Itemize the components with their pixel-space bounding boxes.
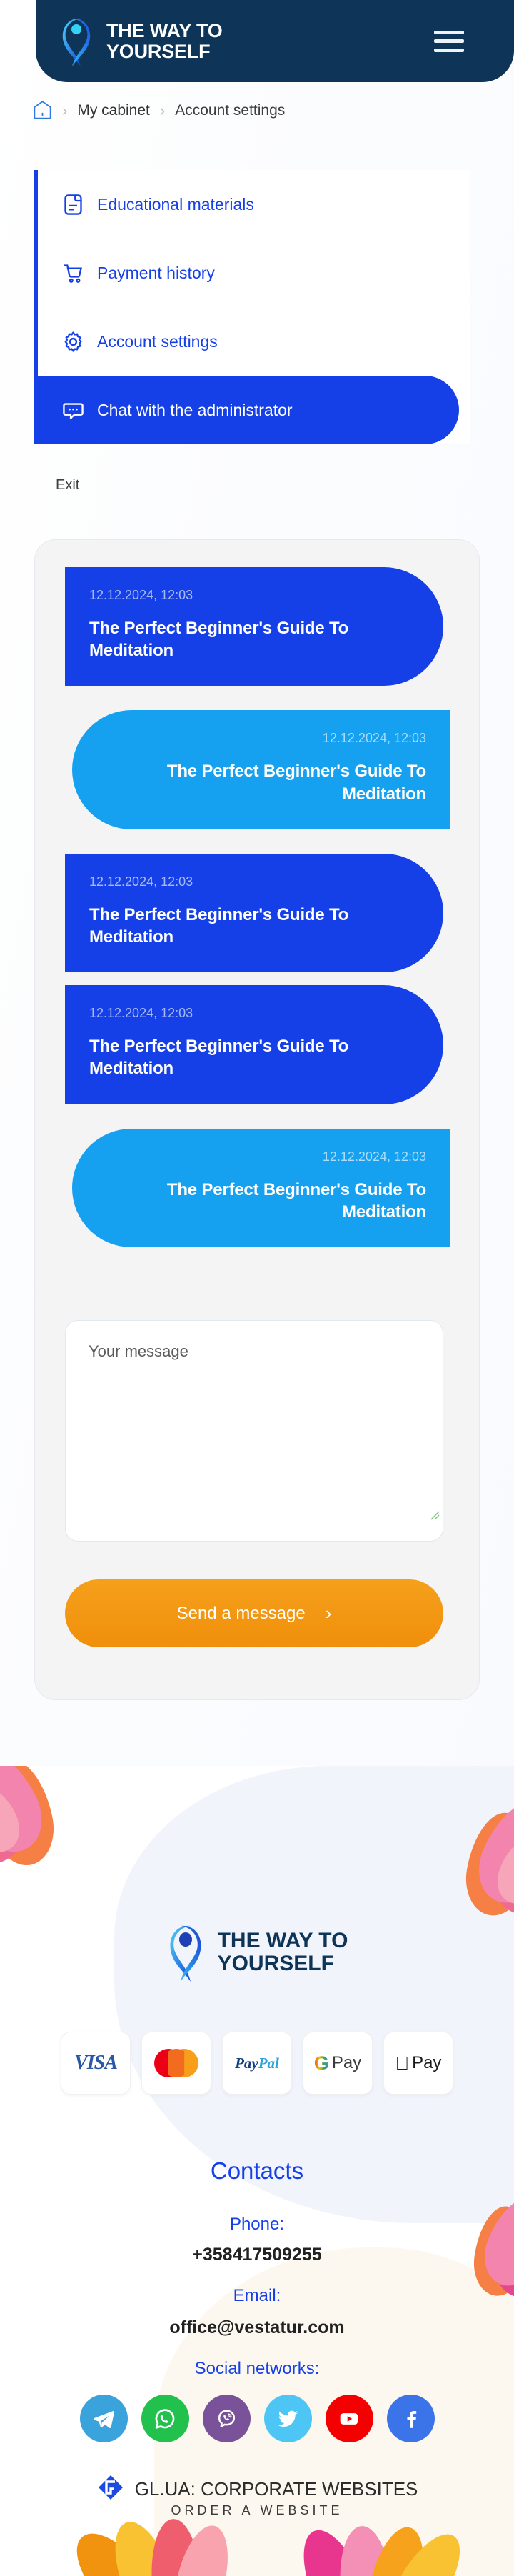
chevron-right-icon: › — [325, 1602, 332, 1624]
nav-label: Account settings — [97, 331, 218, 351]
footer-brand-line-1: THE WAY TO — [217, 1929, 348, 1953]
apple-pay-icon: Pay — [395, 2052, 442, 2075]
chat-message-list: 12.12.2024, 12:03 The Perfect Beginner's… — [35, 540, 479, 1247]
cart-icon — [61, 261, 85, 285]
account-nav: Educational materials Payment history Ac… — [34, 170, 470, 444]
site-header: THE WAY TO YOURSELF — [36, 0, 514, 82]
footer-brand-title: THE WAY TO YOURSELF — [218, 1929, 348, 1975]
nav-item-educational-materials[interactable]: Educational materials — [38, 170, 470, 239]
send-button-label: Send a message — [176, 1603, 306, 1623]
site-footer: THE WAY TO YOURSELF VISA PayPal G Pay Pa… — [0, 1766, 514, 2576]
chat-panel: 12.12.2024, 12:03 The Perfect Beginner's… — [34, 539, 480, 1700]
mastercard-icon — [154, 2049, 198, 2077]
footer-brand-line-2: YOURSELF — [217, 1952, 334, 1975]
chat-message: 12.12.2024, 12:03 The Perfect Beginner's… — [65, 985, 443, 1104]
developer-credit-title: GL.UA: CORPORATE WEBSITES — [134, 2478, 418, 2500]
payment-mastercard — [141, 2032, 211, 2095]
facebook-icon[interactable] — [386, 2395, 435, 2442]
twitter-icon[interactable] — [263, 2395, 312, 2442]
visa-icon: VISA — [74, 2052, 118, 2074]
lotus-flower-decor-top-left — [0, 1766, 114, 1909]
message-timestamp: 12.12.2024, 12:03 — [89, 588, 193, 602]
way-to-yourself-logo-icon — [166, 1922, 205, 1983]
nav-label: Educational materials — [97, 194, 254, 214]
google-pay-icon: G Pay — [313, 2052, 362, 2074]
payment-methods: VISA PayPal GPay Pay — [0, 2032, 514, 2095]
contacts-heading: Contacts — [210, 2157, 304, 2184]
message-timestamp: 12.12.2024, 12:03 — [322, 731, 426, 746]
payment-google-pay: G Pay — [303, 2032, 373, 2095]
nav-label: Chat with the administrator — [97, 400, 293, 419]
hamburger-icon[interactable] — [434, 30, 464, 52]
brand-line-2: YOURSELF — [106, 40, 211, 62]
way-to-yourself-logo-icon — [59, 15, 94, 68]
message-timestamp: 12.12.2024, 12:03 — [89, 1006, 193, 1021]
message-timestamp: 12.12.2024, 12:03 — [89, 874, 193, 889]
message-text: The Perfect Beginner's Guide To Meditati… — [89, 1037, 349, 1079]
email-value[interactable]: office@vestatur.com — [0, 2317, 514, 2338]
phone-value[interactable]: +358417509255 — [0, 2245, 514, 2265]
chat-message: 12.12.2024, 12:03 The Perfect Beginner's… — [72, 710, 450, 829]
google-pay-label: Pay — [331, 2053, 362, 2072]
nav-label: Payment history — [97, 263, 215, 282]
chat-bubble-icon — [61, 399, 85, 422]
developer-credit[interactable]: GL.UA: CORPORATE WEBSITES — [0, 2473, 514, 2505]
message-text: The Perfect Beginner's Guide To Meditati… — [89, 904, 349, 947]
message-input[interactable] — [65, 1320, 443, 1542]
breadcrumb: › My cabinet › Account settings — [33, 100, 285, 121]
breadcrumb-item-my-cabinet[interactable]: My cabinet — [77, 102, 150, 119]
breadcrumb-separator-2: › — [159, 101, 166, 119]
breadcrumb-item-account-settings: Account settings — [175, 101, 286, 119]
brand-title: THE WAY TO YOURSELF — [106, 21, 223, 61]
breadcrumb-separator-1: › — [62, 101, 68, 119]
telegram-icon[interactable] — [79, 2395, 128, 2442]
phone-label: Phone: — [229, 2215, 285, 2234]
email-label: Email: — [233, 2286, 281, 2305]
chat-message: 12.12.2024, 12:03 The Perfect Beginner's… — [65, 853, 443, 973]
brand-line-1: THE WAY TO — [106, 19, 223, 41]
document-icon — [61, 193, 85, 216]
youtube-icon[interactable] — [325, 2395, 373, 2442]
chat-message: 12.12.2024, 12:03 The Perfect Beginner's… — [72, 1128, 450, 1247]
brand-logo[interactable]: THE WAY TO YOURSELF — [59, 15, 223, 68]
nav-item-account-settings[interactable]: Account settings — [38, 307, 470, 376]
apple-pay-label: Pay — [405, 2053, 441, 2072]
paypal-icon: PayPal — [235, 2054, 279, 2072]
home-icon[interactable] — [33, 100, 52, 121]
nav-item-payment-history[interactable]: Payment history — [38, 239, 470, 307]
social-links — [0, 2395, 514, 2442]
payment-visa: VISA — [61, 2032, 131, 2095]
message-timestamp: 12.12.2024, 12:03 — [322, 1149, 426, 1164]
gl-ua-logo-icon — [96, 2473, 125, 2505]
chat-message: 12.12.2024, 12:03 The Perfect Beginner's… — [65, 567, 443, 687]
nav-item-chat-with-the-administrator[interactable]: Chat with the administrator — [34, 376, 459, 444]
social-networks-label: Social networks: — [194, 2359, 320, 2378]
message-text: The Perfect Beginner's Guide To Meditati… — [89, 619, 349, 661]
message-text: The Perfect Beginner's Guide To Meditati… — [166, 762, 426, 804]
gear-icon — [61, 330, 85, 354]
payment-paypal: PayPal — [222, 2032, 292, 2095]
footer-brand-logo[interactable]: THE WAY TO YOURSELF — [0, 1922, 514, 1983]
payment-apple-pay: Pay — [383, 2032, 453, 2095]
whatsapp-icon[interactable] — [141, 2395, 189, 2442]
send-message-button[interactable]: Send a message › — [65, 1579, 443, 1647]
viber-icon[interactable] — [202, 2395, 251, 2442]
developer-credit-subtitle[interactable]: ORDER A WEBSITE — [0, 2503, 514, 2518]
message-text: The Perfect Beginner's Guide To Meditati… — [166, 1179, 426, 1222]
exit-link[interactable]: Exit — [56, 477, 79, 494]
